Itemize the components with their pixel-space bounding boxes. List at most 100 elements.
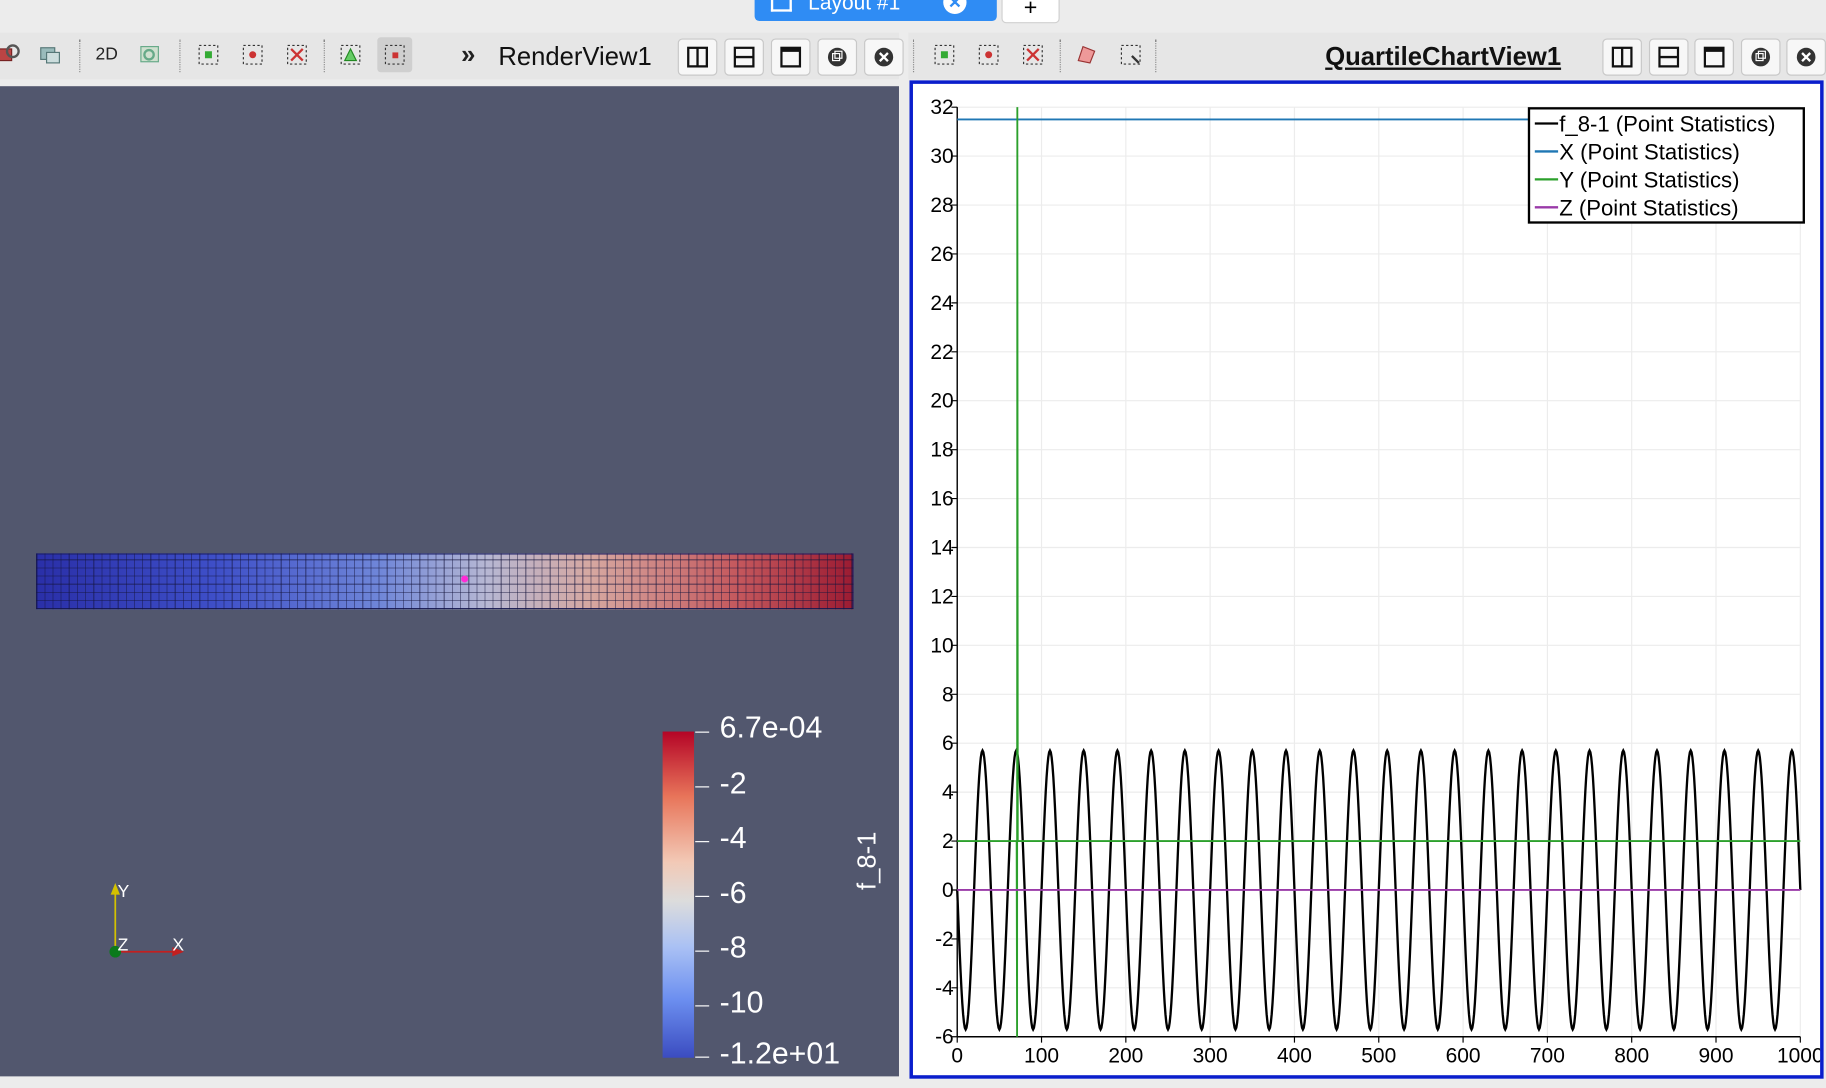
y-tick-label: 24 <box>930 292 954 315</box>
y-tick-label: 6 <box>942 732 954 755</box>
chart-select-on-icon[interactable] <box>932 42 958 68</box>
chart-maximize-button[interactable] <box>1694 38 1734 76</box>
reset-camera-icon[interactable] <box>0 42 21 68</box>
interactive-select-icon[interactable] <box>377 37 413 73</box>
restore-icon <box>827 47 847 67</box>
x-tick-label: 500 <box>1361 1044 1396 1067</box>
close-tab-icon[interactable]: ✕ <box>943 0 967 14</box>
close-icon <box>874 47 894 67</box>
legend-entry: Y (Point Statistics) <box>1559 168 1739 193</box>
select-polygon-icon[interactable] <box>338 42 364 68</box>
more-tools-chevron-icon[interactable]: » <box>461 40 475 70</box>
colorbar-tick <box>695 1056 710 1058</box>
maximize-icon <box>780 46 802 68</box>
x-tick-label: 700 <box>1530 1044 1565 1067</box>
chart-select-through-icon[interactable] <box>1020 42 1046 68</box>
colorbar-tick <box>695 1005 710 1007</box>
split-horizontal-button[interactable] <box>677 38 718 76</box>
tab-layout-1[interactable]: Layout #1 ✕ <box>754 0 997 21</box>
split-horizontal-icon <box>687 46 709 68</box>
line-chart[interactable]: -6-4-2024681012141618202224262830320 100 2… <box>913 84 1820 1075</box>
x-tick-label: 900 <box>1699 1044 1734 1067</box>
y-tick-label: 0 <box>942 879 954 902</box>
y-tick-label: 26 <box>930 243 953 266</box>
legend-entry: Z (Point Statistics) <box>1559 196 1738 221</box>
separator <box>912 39 915 73</box>
y-tick-label: 16 <box>930 488 953 511</box>
y-tick-label: 12 <box>930 585 953 608</box>
view-splitter[interactable] <box>898 79 909 1079</box>
color-legend-bar <box>662 731 695 1058</box>
colorbar-label: 6.7e-04 <box>719 709 823 745</box>
colorbar-label: -2 <box>719 765 747 801</box>
axis-y-label: Y <box>118 881 130 901</box>
maximize-icon <box>1703 46 1725 68</box>
x-tick-label: 200 <box>1108 1044 1143 1067</box>
colorbar-label: -1.2e+01 <box>719 1035 841 1071</box>
select-points-on-icon[interactable] <box>240 42 266 68</box>
chart-split-vertical-button[interactable] <box>1648 38 1689 76</box>
axis-z-label: Z <box>118 935 129 955</box>
close-view-button[interactable] <box>864 38 904 76</box>
colorbar-tick <box>695 841 710 843</box>
x-tick-label: 600 <box>1446 1044 1481 1067</box>
render-view-title: RenderView1 <box>498 41 652 72</box>
separator <box>1155 39 1157 73</box>
y-tick-label: 30 <box>930 145 953 168</box>
add-layout-tab-button[interactable]: + <box>1001 0 1060 24</box>
colorbar-label: -4 <box>719 820 747 856</box>
legend-entry: X (Point Statistics) <box>1559 140 1740 165</box>
colorbar-tick <box>695 786 710 788</box>
separator <box>79 39 81 73</box>
chart-restore-button[interactable] <box>1740 38 1781 76</box>
orientation-axes: Y Z X <box>109 881 184 958</box>
split-vertical-icon <box>733 46 755 68</box>
y-tick-label: 8 <box>942 683 954 706</box>
mesh-bar[interactable] <box>36 553 854 610</box>
colorbar-label: -6 <box>719 874 747 910</box>
mesh-grid <box>36 553 854 610</box>
separator <box>323 39 325 73</box>
y-tick-label: -4 <box>935 977 954 1000</box>
chart-view-title: QuartileChartView1 <box>1325 41 1562 72</box>
x-tick-label: 300 <box>1193 1044 1228 1067</box>
restore-button[interactable] <box>817 38 858 76</box>
y-tick-label: 2 <box>942 830 954 853</box>
restore-icon <box>1751 47 1771 67</box>
quartile-chart-view[interactable]: -6 -4 -2 0 2 4 6 8 10 12 14 16 18 20 22 24 26 28 30 32 0 100 2… <box>909 80 1824 1079</box>
separator <box>1059 39 1061 73</box>
render-view-toolbar: 2D » RenderView1 <box>0 32 904 80</box>
capture-screenshot-icon[interactable] <box>137 42 163 68</box>
chart-clear-select-icon[interactable] <box>1118 42 1144 68</box>
chart-split-horizontal-button[interactable] <box>1602 38 1642 76</box>
toggle-2d-button[interactable]: 2D <box>95 44 117 64</box>
colorbar-label: -8 <box>719 929 747 965</box>
colorbar-title: f_8-1 <box>852 831 882 890</box>
colorbar-tick <box>695 950 710 952</box>
select-cells-through-icon[interactable] <box>284 42 310 68</box>
probe-point-marker <box>461 575 469 583</box>
legend-entry: f_8-1 (Point Statistics) <box>1559 112 1775 137</box>
layout-tabbar: Layout #1 ✕ + <box>0 0 1826 24</box>
y-tick-label: 28 <box>930 194 953 217</box>
x-tick-label: 800 <box>1614 1044 1649 1067</box>
colorbar-tick <box>695 731 710 733</box>
split-vertical-icon <box>1658 46 1680 68</box>
y-tick-label: -2 <box>935 928 954 951</box>
y-tick-label: 22 <box>930 341 953 364</box>
close-icon <box>1796 47 1816 67</box>
colorbar-tick <box>695 895 710 897</box>
axis-x-label: X <box>172 935 184 955</box>
split-vertical-button[interactable] <box>724 38 764 76</box>
x-tick-label: 100 <box>1024 1044 1059 1067</box>
chart-close-view-button[interactable] <box>1786 38 1826 76</box>
chart-select-points-icon[interactable] <box>976 42 1002 68</box>
chart-view-toolbar: QuartileChartView1 <box>908 32 1826 80</box>
select-cells-on-icon[interactable] <box>196 42 222 68</box>
separator <box>179 39 181 73</box>
render-view-canvas[interactable]: 6.7e-04 -2 -4 -6 -8 -10 -1.2e+01 f_8-1 Y… <box>0 86 899 1077</box>
chart-polygon-select-icon[interactable] <box>1074 42 1100 68</box>
y-tick-label: 32 <box>930 96 953 119</box>
maximize-button[interactable] <box>770 38 811 76</box>
camera-link-icon[interactable] <box>37 42 63 68</box>
